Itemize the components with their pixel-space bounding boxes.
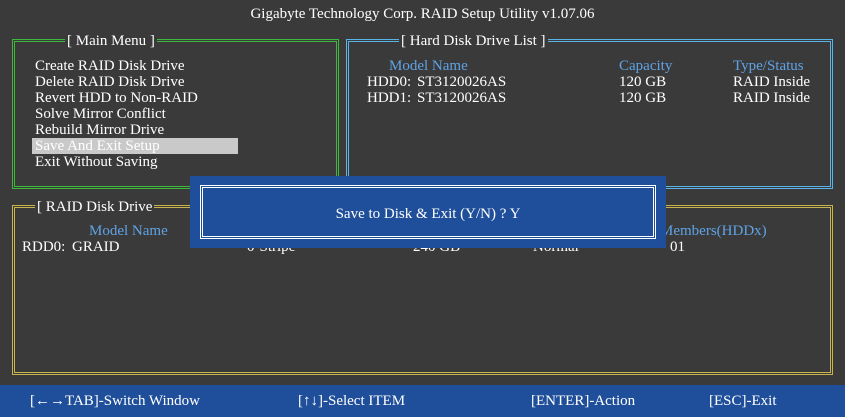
hdd1-status: RAID Inside	[733, 90, 811, 106]
dialog-frame: Save to Disk & Exit (Y/N) ? Y	[200, 185, 656, 239]
menu-item-exit-no-save[interactable]: Exit Without Saving	[35, 154, 157, 170]
hdd-header-status: Type/Status	[733, 58, 804, 74]
window-title: Gigabyte Technology Corp. RAID Setup Uti…	[250, 6, 595, 22]
rdd0-members: 01	[670, 239, 685, 255]
raid-header-model: Model Name	[89, 223, 168, 239]
hdd-list-panel: [ Hard Disk Drive List ] Model Name Capa…	[346, 32, 833, 189]
save-exit-dialog: Save to Disk & Exit (Y/N) ? Y	[190, 176, 666, 248]
help-switch-window: [←→TAB]-Switch Window	[30, 393, 200, 409]
main-menu-panel: [ Main Menu ] Create RAID Disk Drive Del…	[12, 32, 339, 189]
menu-item-delete-raid[interactable]: Delete RAID Disk Drive	[35, 74, 185, 90]
menu-item-rebuild-mirror[interactable]: Rebuild Mirror Drive	[35, 122, 164, 138]
raid-list-title: [ RAID Disk Drive	[35, 198, 155, 216]
hdd-header-capacity: Capacity	[619, 58, 673, 74]
hdd1-model: ST3120026AS	[417, 90, 507, 106]
hdd0-id: HDD0:	[367, 74, 412, 90]
hdd0-model: ST3120026AS	[417, 74, 507, 90]
hdd-list-title: [ Hard Disk Drive List ]	[399, 32, 548, 50]
menu-item-solve-mirror[interactable]: Solve Mirror Conflict	[35, 106, 166, 122]
menu-item-create-raid[interactable]: Create RAID Disk Drive	[35, 58, 185, 74]
help-bar: [←→TAB]-Switch Window [↑↓]-Select ITEM […	[0, 385, 845, 417]
dialog-prompt[interactable]: Save to Disk & Exit (Y/N) ? Y	[203, 205, 653, 223]
help-enter-action: [ENTER]-Action	[531, 393, 636, 409]
hdd0-status: RAID Inside	[733, 74, 811, 90]
main-menu-title: [ Main Menu ]	[65, 32, 157, 50]
help-select-item: [↑↓]-Select ITEM	[298, 393, 406, 409]
hdd-header-model: Model Name	[389, 58, 468, 74]
menu-item-revert-hdd[interactable]: Revert HDD to Non-RAID	[35, 90, 198, 106]
menu-item-save-exit[interactable]: Save And Exit Setup	[32, 138, 238, 154]
rdd0-id: RDD0:	[22, 239, 66, 255]
hdd1-capacity: 120 GB	[619, 90, 667, 106]
hdd0-capacity: 120 GB	[619, 74, 667, 90]
rdd0-model: GRAID	[72, 239, 120, 255]
hdd1-id: HDD1:	[367, 90, 412, 106]
help-esc-exit: [ESC]-Exit	[709, 393, 777, 409]
raid-header-members: Members(HDDx)	[660, 223, 767, 239]
